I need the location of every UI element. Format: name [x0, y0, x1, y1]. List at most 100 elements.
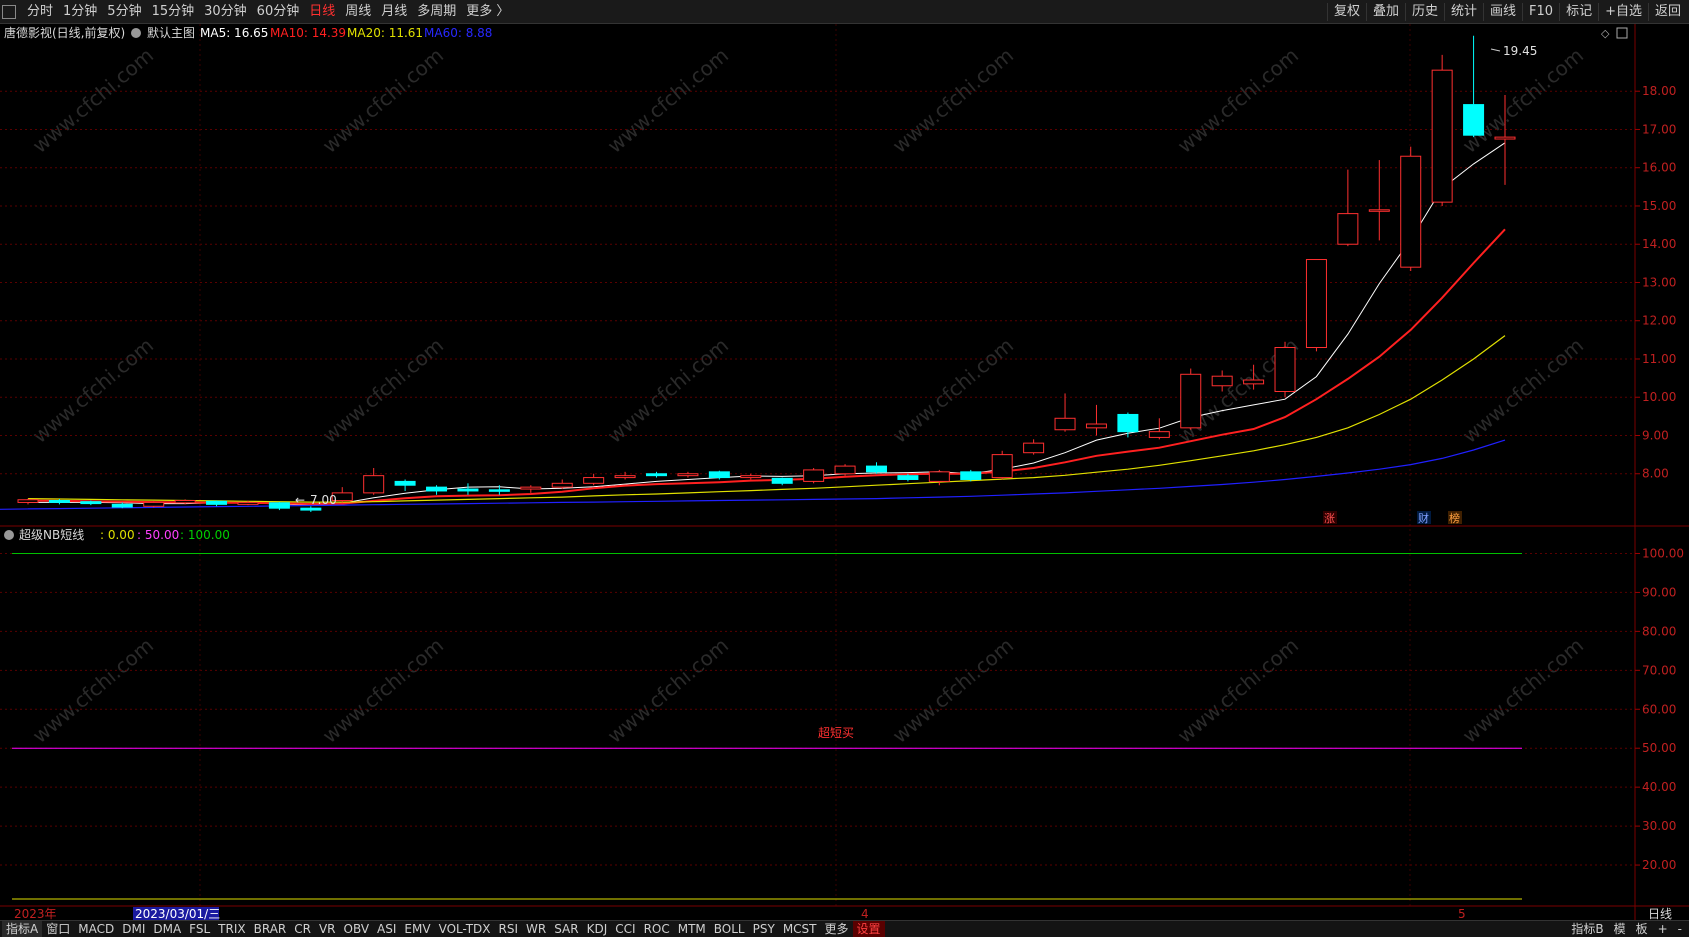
period-tab-3[interactable]: 15分钟 [147, 3, 200, 21]
indicator-menu-icon[interactable] [4, 530, 14, 540]
indicator-tab-18[interactable]: CCI [611, 921, 639, 937]
indicator-tab-3[interactable]: DMI [118, 921, 149, 937]
period-tab-2[interactable]: 5分钟 [102, 3, 146, 21]
indicator-tab-9[interactable]: VR [315, 921, 340, 937]
candle-37[interactable] [1180, 368, 1202, 430]
indicator-tab-14[interactable]: RSI [495, 921, 523, 937]
candle-16[interactable] [520, 485, 542, 493]
indicator-tab-10[interactable]: OBV [340, 921, 374, 937]
indicator-tab-13[interactable]: VOL-TDX [435, 921, 495, 937]
indicator-tab-4[interactable]: DMA [149, 921, 185, 937]
toolbar-button-6[interactable]: 标记 [1559, 3, 1598, 21]
candle-31[interactable] [991, 450, 1013, 480]
candle-40[interactable] [1274, 341, 1296, 398]
toolbar-button-7[interactable]: +自选 [1598, 3, 1648, 21]
toolbar-button-3[interactable]: 统计 [1444, 3, 1483, 21]
candle-24[interactable] [771, 477, 793, 486]
indicator-tab-21[interactable]: BOLL [710, 921, 749, 937]
kline-chart-svg[interactable]: www.cfchi.com www.cfchi.com www.cfchi.com w… [0, 24, 1689, 921]
candle-33[interactable] [1054, 393, 1076, 432]
indicator-tab-2[interactable]: MACD [74, 921, 118, 937]
candle-36[interactable] [1148, 418, 1170, 440]
candle-1[interactable] [48, 498, 70, 505]
indicator-tab-11[interactable]: ASI [373, 921, 400, 937]
period-tab-1[interactable]: 1分钟 [58, 3, 102, 21]
candle-35[interactable] [1117, 412, 1139, 438]
candle-13[interactable] [426, 485, 448, 495]
candle-17[interactable] [551, 479, 573, 490]
bottom-control-3[interactable]: + [1653, 921, 1673, 937]
candle-43[interactable] [1368, 160, 1390, 241]
period-tab-0[interactable]: 分时 [22, 3, 58, 21]
indicator-tab-23[interactable]: MCST [779, 921, 821, 937]
indicator-tab-12[interactable]: EMV [400, 921, 434, 937]
candle-25[interactable] [803, 468, 825, 484]
bottom-control-4[interactable]: - [1673, 921, 1687, 937]
candle-41[interactable] [1305, 259, 1327, 352]
candle-6[interactable] [206, 500, 228, 507]
period-tab-9[interactable]: 多周期 [412, 3, 461, 21]
indicator-tab-0[interactable]: 指标A [2, 921, 43, 937]
candle-0[interactable] [17, 498, 39, 505]
candle-45[interactable] [1431, 54, 1453, 206]
candle-14[interactable] [457, 483, 479, 495]
indicator-tab-1[interactable]: 窗口 [42, 921, 74, 937]
candle-42[interactable] [1337, 169, 1359, 247]
watermark-4: www.cfchi.com [1173, 43, 1303, 158]
candle-27[interactable] [865, 462, 887, 474]
indicator-tab-6[interactable]: TRIX [214, 921, 249, 937]
candle-19[interactable] [614, 471, 636, 480]
indicator-tab-15[interactable]: WR [522, 921, 550, 937]
indicator-tab-25[interactable]: 设置 [852, 921, 885, 937]
period-tab-8[interactable]: 月线 [376, 3, 412, 21]
toolbar-button-2[interactable]: 历史 [1404, 3, 1444, 21]
candle-46[interactable] [1463, 35, 1485, 138]
candle-34[interactable] [1085, 404, 1107, 436]
candle-9[interactable] [300, 506, 322, 512]
candle-8[interactable] [268, 502, 290, 511]
candle-21[interactable] [677, 471, 699, 478]
candle-4[interactable] [143, 501, 165, 508]
period-tab-4[interactable]: 30分钟 [199, 3, 252, 21]
period-tab-7[interactable]: 周线 [340, 3, 376, 21]
indicator-tab-7[interactable]: BRAR [250, 921, 291, 937]
candle-11[interactable] [363, 468, 385, 495]
candle-18[interactable] [583, 473, 605, 486]
period-tab-5[interactable]: 60分钟 [252, 3, 305, 21]
candle-2[interactable] [80, 500, 102, 506]
marker-zhang[interactable]: 涨 [1324, 512, 1335, 525]
main-chart-menu-icon[interactable] [131, 28, 141, 38]
indicator-tab-20[interactable]: MTM [674, 921, 710, 937]
bottom-control-2[interactable]: 板 [1631, 921, 1653, 937]
indicator-tab-17[interactable]: KDJ [583, 921, 612, 937]
toolbar-button-0[interactable]: 复权 [1326, 3, 1366, 21]
candle-12[interactable] [394, 479, 416, 491]
indicator-tab-8[interactable]: CR [290, 921, 315, 937]
candle-30[interactable] [960, 469, 982, 482]
candle-23[interactable] [740, 473, 762, 480]
candle-44[interactable] [1400, 146, 1422, 271]
indicator-tab-24[interactable]: 更多 [821, 921, 853, 937]
restore-icon[interactable] [1616, 27, 1628, 39]
toolbar-button-8[interactable]: 返回 [1647, 3, 1687, 21]
period-tab-6[interactable]: 日线 [304, 3, 340, 21]
marker-bang[interactable]: 榜 [1449, 511, 1460, 525]
bottom-control-1[interactable]: 模 [1609, 921, 1631, 937]
indicator-name[interactable]: 超级NB短线 [19, 527, 84, 542]
candle-32[interactable] [1023, 439, 1045, 455]
indicator-tab-5[interactable]: FSL [185, 921, 214, 937]
toolbar-button-1[interactable]: 叠加 [1365, 3, 1405, 21]
main-chart-label[interactable]: 默认主图 [147, 25, 195, 40]
toolbar-button-4[interactable]: 画线 [1483, 3, 1522, 21]
toolbar-button-5[interactable]: F10 [1522, 3, 1559, 21]
diamond-icon[interactable]: ◇ [1601, 27, 1610, 40]
indicator-tab-19[interactable]: ROC [640, 921, 674, 937]
indicator-tab-16[interactable]: SAR [550, 921, 582, 937]
window-icon[interactable] [2, 5, 16, 19]
candle-20[interactable] [646, 471, 668, 478]
period-tab-10[interactable]: 更多 〉 [461, 3, 514, 21]
candle-26[interactable] [834, 464, 856, 476]
marker-cai[interactable]: 财 [1418, 511, 1429, 525]
indicator-tab-22[interactable]: PSY [749, 921, 779, 937]
bottom-control-0[interactable]: 指标B [1566, 921, 1608, 937]
